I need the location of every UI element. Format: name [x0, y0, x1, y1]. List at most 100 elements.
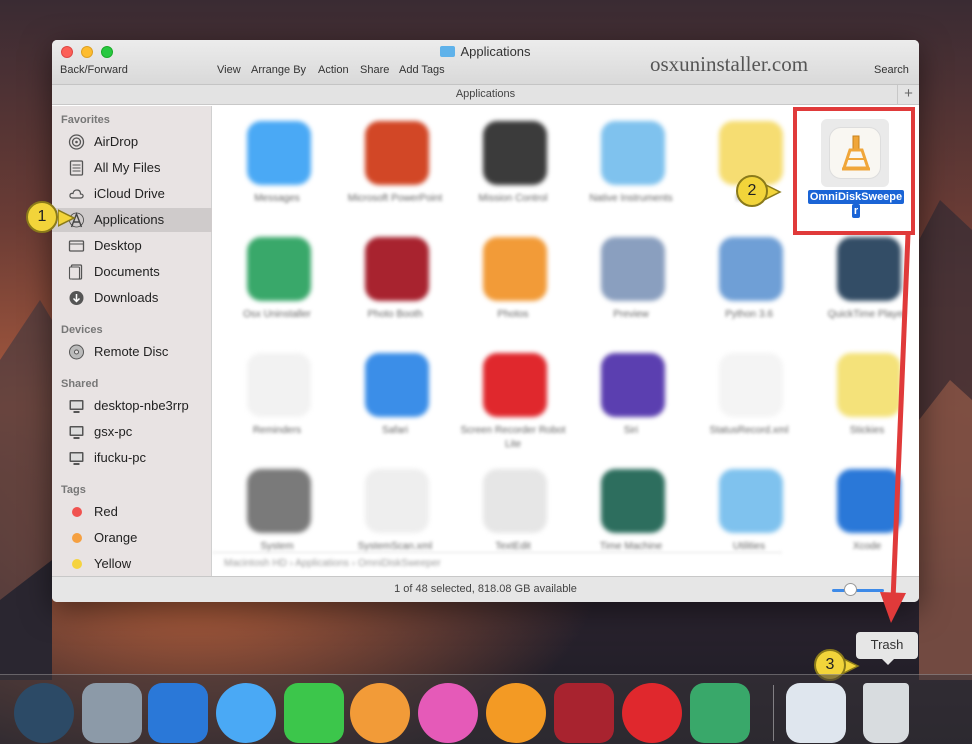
- sidebar: Favorites AirDrop All My Files iCloud Dr…: [52, 106, 212, 576]
- sidebar-item-desktop[interactable]: Desktop: [52, 234, 212, 258]
- ibooks-icon[interactable]: [486, 683, 546, 743]
- sidebar-item-all-my-files[interactable]: All My Files: [52, 156, 212, 180]
- sidebar-item-ifucku-pc[interactable]: ifucku-pc: [52, 446, 212, 470]
- action-button[interactable]: Action: [318, 64, 349, 76]
- app-item[interactable]: Preview: [571, 222, 691, 332]
- quicktime-icon[interactable]: [14, 683, 74, 743]
- app-item[interactable]: Safari: [335, 338, 455, 448]
- app-item[interactable]: Native Instruments: [571, 106, 691, 216]
- callout-one-tail: [58, 209, 76, 227]
- sidebar-item-tag-yellow[interactable]: Yellow: [52, 552, 212, 576]
- sidebar-item-icloud-drive[interactable]: iCloud Drive: [52, 182, 212, 206]
- photo-booth-icon[interactable]: [554, 683, 614, 743]
- app-item[interactable]: Photo Booth: [335, 222, 455, 332]
- app-item[interactable]: Utilities: [689, 454, 809, 564]
- downloads-icon: [69, 291, 84, 305]
- app-icon: [365, 121, 429, 185]
- app-icon: [247, 469, 311, 533]
- sidebar-item-downloads[interactable]: Downloads: [52, 286, 212, 310]
- status-text: 1 of 48 selected, 818.08 GB available: [394, 583, 577, 595]
- photos-icon[interactable]: [350, 683, 410, 743]
- app-item[interactable]: StatusRecord.xml: [689, 338, 809, 448]
- app-label: Photos: [497, 309, 529, 320]
- sidebar-item-tag-red[interactable]: Red: [52, 500, 212, 524]
- app-item[interactable]: Reminders: [217, 338, 337, 448]
- app-item[interactable]: Microsoft PowerPoint: [335, 106, 455, 216]
- app-label: QuickTime Player: [827, 309, 907, 320]
- omnidisksweeper-label[interactable]: OmniDiskSweepe r: [805, 190, 907, 218]
- image-capture-icon[interactable]: [82, 683, 142, 743]
- sidebar-item-tag-orange[interactable]: Orange: [52, 526, 212, 550]
- app-item[interactable]: System: [217, 454, 337, 564]
- app-icon: [601, 121, 665, 185]
- app-item[interactable]: Siri: [571, 338, 691, 448]
- app-icon: [837, 353, 901, 417]
- app-item[interactable]: Photos: [453, 222, 573, 332]
- sidebar-item-airdrop[interactable]: AirDrop: [52, 130, 212, 154]
- app-item[interactable]: QuickTime Player: [807, 222, 919, 332]
- app-item[interactable]: Python 3.6: [689, 222, 809, 332]
- app-icon: [601, 469, 665, 533]
- sidebar-item-gsx-pc[interactable]: gsx-pc: [52, 420, 212, 444]
- app-icon: [365, 469, 429, 533]
- app-item[interactable]: Mission Control: [453, 106, 573, 216]
- watermark-text: osxuninstaller.com: [650, 52, 809, 76]
- app-icon: [365, 353, 429, 417]
- app-label: Stickies: [849, 425, 885, 436]
- selected-app-highlight[interactable]: OmniDiskSweepe r: [793, 107, 915, 235]
- sidebar-section-favorites: Favorites: [61, 114, 110, 126]
- sidebar-item-label: Orange: [94, 530, 138, 545]
- safari-window-icon[interactable]: [786, 683, 846, 743]
- trash-tooltip: Trash: [856, 632, 918, 665]
- screen-recorder-icon[interactable]: [622, 683, 682, 743]
- xcode-icon[interactable]: [148, 683, 208, 743]
- itunes-icon[interactable]: [418, 683, 478, 743]
- app-icon: [247, 237, 311, 301]
- icon-size-slider-track[interactable]: [832, 589, 884, 592]
- back-forward-button[interactable]: Back/Forward: [60, 64, 128, 76]
- app-item[interactable]: Time Machine: [571, 454, 691, 564]
- share-button[interactable]: Share: [360, 64, 389, 76]
- red-tag-dot: [72, 507, 82, 517]
- sidebar-item-documents[interactable]: Documents: [52, 260, 212, 284]
- path-bar: Macintosh HD › Applications › OmniDiskSw…: [212, 552, 782, 574]
- app-label: Photo Booth: [367, 309, 423, 320]
- sidebar-item-remote-disc[interactable]: Remote Disc: [52, 340, 212, 364]
- app-item[interactable]: Osx Uninstaller: [217, 222, 337, 332]
- facetime-icon[interactable]: [284, 683, 344, 743]
- app-icon: [365, 237, 429, 301]
- selected-label-line2: r: [851, 204, 861, 218]
- sidebar-item-desktop-nbe3rrp[interactable]: desktop-nbe3rrp: [52, 394, 212, 418]
- app-label: Reminders: [252, 425, 302, 436]
- app-item[interactable]: Xcode: [807, 454, 919, 564]
- icon-size-slider[interactable]: [844, 583, 857, 596]
- title-bar: Applications Back/Forward View Arrange B…: [52, 40, 919, 85]
- sidebar-item-label: AirDrop: [94, 134, 139, 149]
- sidebar-item-label: Documents: [94, 264, 160, 279]
- folder-icon: [440, 46, 456, 57]
- app-item[interactable]: Stickies: [807, 338, 919, 448]
- app-item[interactable]: Messages: [217, 106, 337, 216]
- dock: [0, 674, 972, 744]
- dock-separator: [773, 685, 774, 741]
- add-tags-button[interactable]: Add Tags: [399, 64, 445, 76]
- osx-uninstaller-icon[interactable]: [690, 683, 750, 743]
- app-label: Xcode: [852, 541, 882, 552]
- messages-icon[interactable]: [216, 683, 276, 743]
- app-item[interactable]: SystemScan.xml: [335, 454, 455, 564]
- view-button[interactable]: View: [217, 64, 241, 76]
- app-label: Preview: [613, 309, 649, 320]
- sidebar-item-label: Downloads: [94, 290, 159, 305]
- app-label: Microsoft PowerPoint: [347, 193, 443, 204]
- yellow-tag-dot: [72, 559, 82, 569]
- omnidisksweeper-app-icon[interactable]: [821, 119, 889, 187]
- arrange-by-button[interactable]: Arrange By: [251, 64, 306, 76]
- trash-icon[interactable]: [863, 683, 909, 743]
- app-label: Messages: [254, 193, 300, 204]
- app-item[interactable]: TextEdit: [453, 454, 573, 564]
- orange-tag-dot: [72, 533, 82, 543]
- app-item[interactable]: Screen Recorder Robot Lite: [453, 338, 573, 450]
- search-button[interactable]: Search: [874, 64, 909, 76]
- tab-applications[interactable]: Applications: [456, 88, 515, 100]
- new-tab-button[interactable]: +: [897, 85, 919, 104]
